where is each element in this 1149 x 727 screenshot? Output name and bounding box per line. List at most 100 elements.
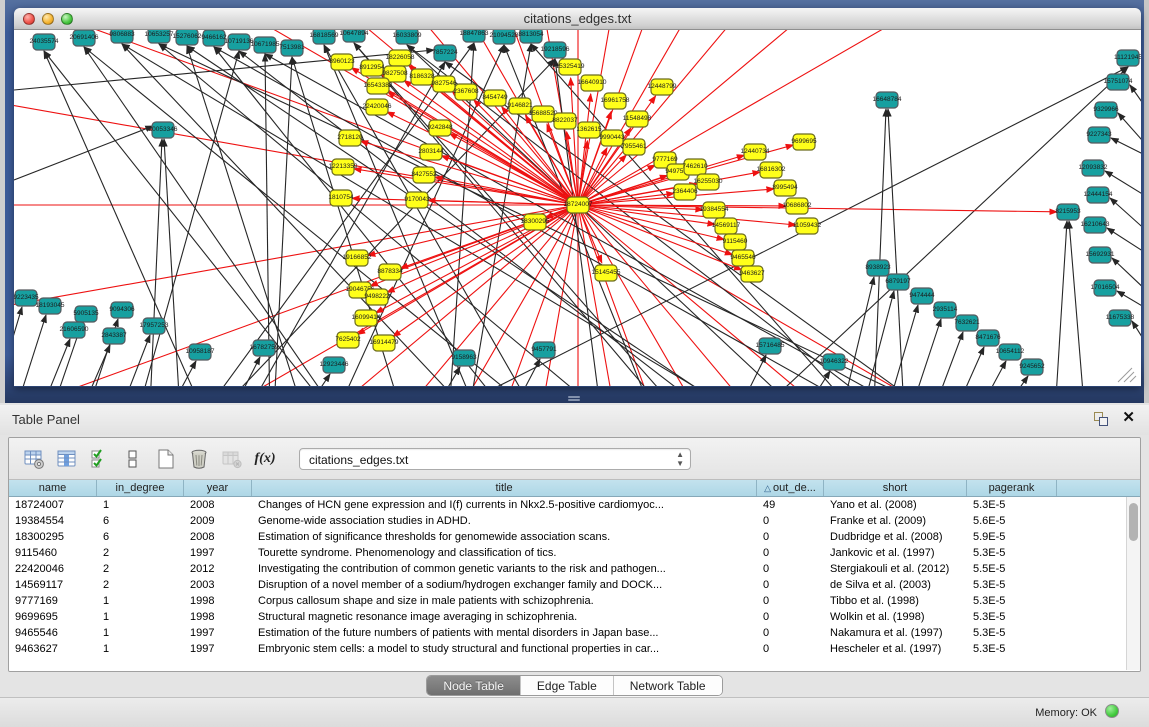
delete-table-button[interactable] [219, 446, 245, 472]
graph-node[interactable]: 9457791 [531, 342, 557, 358]
new-document-button[interactable] [153, 446, 179, 472]
table-cell[interactable]: 1 [97, 497, 184, 513]
table-cell[interactable]: 1998 [184, 593, 252, 609]
table-row[interactable]: 946554611997Estimation of the future num… [9, 625, 1140, 641]
graph-node[interactable]: 9170043 [404, 192, 430, 208]
graph-node[interactable]: 10654112 [996, 344, 1025, 360]
graph-node[interactable]: 9242848 [427, 120, 453, 136]
float-panel-icon[interactable] [1094, 412, 1109, 426]
table-cell[interactable]: 2009 [184, 513, 252, 529]
graph-edge[interactable] [294, 374, 330, 386]
table-cell[interactable]: Changes of HCN gene expression and I(f) … [252, 497, 757, 513]
graph-node[interactable]: 10653257 [145, 30, 174, 43]
table-cell[interactable]: 1997 [184, 625, 252, 641]
graph-edge[interactable] [368, 205, 578, 255]
table-row[interactable]: 1872400712008Changes of HCN gene express… [9, 497, 1140, 513]
table-cell[interactable]: 9465546 [9, 625, 97, 641]
graph-node[interactable]: 16816302 [757, 162, 786, 178]
graph-node[interactable]: 7513981 [279, 40, 305, 56]
canvas-resize-grip[interactable] [1118, 368, 1132, 382]
graph-node[interactable]: 10946322 [820, 354, 849, 370]
canvas-resize-grip[interactable] [1124, 372, 1134, 382]
table-cell[interactable]: Hescheler et al. (1997) [824, 641, 967, 657]
graph-edge[interactable] [44, 51, 345, 386]
graph-edge[interactable] [265, 54, 270, 386]
graph-edge[interactable] [578, 30, 1091, 205]
graph-node[interactable]: 11548498 [623, 111, 652, 127]
table-cell[interactable]: Tibbo et al. (1998) [824, 593, 967, 609]
table-cell[interactable]: 9699695 [9, 609, 97, 625]
select-column-button[interactable] [54, 446, 80, 472]
table-cell[interactable]: de Silva et al. (2003) [824, 577, 967, 593]
table-cell[interactable]: 1998 [184, 609, 252, 625]
graph-edge[interactable] [578, 30, 1141, 205]
table-row[interactable]: 1938455462009Genome-wide association stu… [9, 513, 1140, 529]
table-cell[interactable]: 22420046 [9, 561, 97, 577]
table-cell[interactable]: 9115460 [9, 545, 97, 561]
tab-network-table[interactable]: Network Table [614, 676, 722, 695]
table-cell[interactable]: Investigating the contribution of common… [252, 561, 757, 577]
table-cell[interactable]: 0 [757, 577, 824, 593]
table-cell[interactable]: 5.9E-5 [967, 529, 1057, 545]
graph-node[interactable]: 16099414 [352, 310, 381, 326]
table-cell[interactable]: 1 [97, 641, 184, 657]
graph-node[interactable]: 8938923 [865, 260, 891, 276]
graph-edge[interactable] [14, 205, 578, 386]
graph-node[interactable]: 24035574 [30, 34, 59, 50]
table-cell[interactable]: 5.6E-5 [967, 513, 1057, 529]
scrollbar-thumb[interactable] [1129, 503, 1138, 541]
table-cell[interactable]: Structural magnetic resonance image aver… [252, 609, 757, 625]
graph-edge[interactable] [1117, 291, 1141, 310]
graph-edge[interactable] [14, 205, 578, 386]
graph-edge[interactable] [578, 30, 1141, 205]
table-cell[interactable]: 2003 [184, 577, 252, 593]
graph-node[interactable]: 7462610 [682, 159, 708, 175]
graph-node[interactable]: 9466162 [201, 30, 227, 46]
graph-node[interactable]: 9115460 [723, 234, 748, 250]
table-selector-dropdown[interactable]: citations_edges.txt ▲▼ [299, 448, 691, 470]
table-cell[interactable]: Stergiakouli et al. (2012) [824, 561, 967, 577]
graph-edge[interactable] [354, 43, 681, 386]
graph-node[interactable]: 9463627 [739, 266, 765, 282]
graph-node[interactable]: 19218596 [541, 42, 570, 58]
table-cell[interactable]: 2 [97, 545, 184, 561]
graph-node[interactable]: 10719136 [225, 34, 254, 50]
graph-node[interactable]: 19166852 [343, 250, 372, 266]
graph-node[interactable]: 9329966 [1093, 102, 1119, 118]
graph-edge[interactable] [14, 205, 578, 386]
network-view[interactable]: 1872400724035574206914069806883106532571… [14, 30, 1141, 386]
graph-edge[interactable] [578, 30, 1141, 205]
graph-edge[interactable] [858, 291, 894, 386]
table-cell[interactable]: 19384554 [9, 513, 97, 529]
graph-node[interactable]: 2935114 [933, 302, 958, 318]
graph-node[interactable]: 12093832 [1079, 160, 1108, 176]
graph-node[interactable]: 21094528 [490, 30, 519, 44]
table-cell[interactable]: 5.3E-5 [967, 609, 1057, 625]
graph-edge[interactable] [1130, 85, 1141, 112]
graph-node[interactable]: 16818569 [310, 30, 339, 44]
graph-node[interactable]: 6879197 [885, 274, 911, 290]
graph-node[interactable]: 11675338 [1106, 310, 1135, 326]
vertical-scrollbar[interactable] [1126, 497, 1140, 670]
table-cell[interactable]: Jankovic et al. (1997) [824, 545, 967, 561]
graph-node[interactable]: 16961758 [601, 93, 630, 109]
table-cell[interactable]: 0 [757, 529, 824, 545]
graph-node[interactable]: 9806883 [109, 30, 135, 43]
table-cell[interactable]: Genome-wide association studies in ADHD. [252, 513, 757, 529]
table-row[interactable]: 1830029562008Estimation of significance … [9, 529, 1140, 545]
graph-node[interactable]: 16210643 [1081, 217, 1110, 233]
table-cell[interactable]: 2 [97, 561, 184, 577]
graph-node[interactable]: 14569117 [712, 218, 741, 234]
table-cell[interactable]: 5.3E-5 [967, 545, 1057, 561]
table-cell[interactable]: Dudbridge et al. (2008) [824, 529, 967, 545]
table-cell[interactable]: 1 [97, 609, 184, 625]
graph-edge[interactable] [948, 347, 984, 386]
table-row[interactable]: 1456911722003Disruption of a novel membe… [9, 577, 1140, 593]
table-cell[interactable]: Disruption of a novel member of a sodium… [252, 577, 757, 593]
graph-node[interactable]: 17957253 [140, 318, 169, 334]
table-cell[interactable]: 1 [97, 593, 184, 609]
graph-edge[interactable] [888, 109, 905, 386]
column-header-year[interactable]: year [184, 480, 252, 496]
graph-edge[interactable] [927, 332, 963, 386]
column-header-short[interactable]: short [824, 480, 967, 496]
